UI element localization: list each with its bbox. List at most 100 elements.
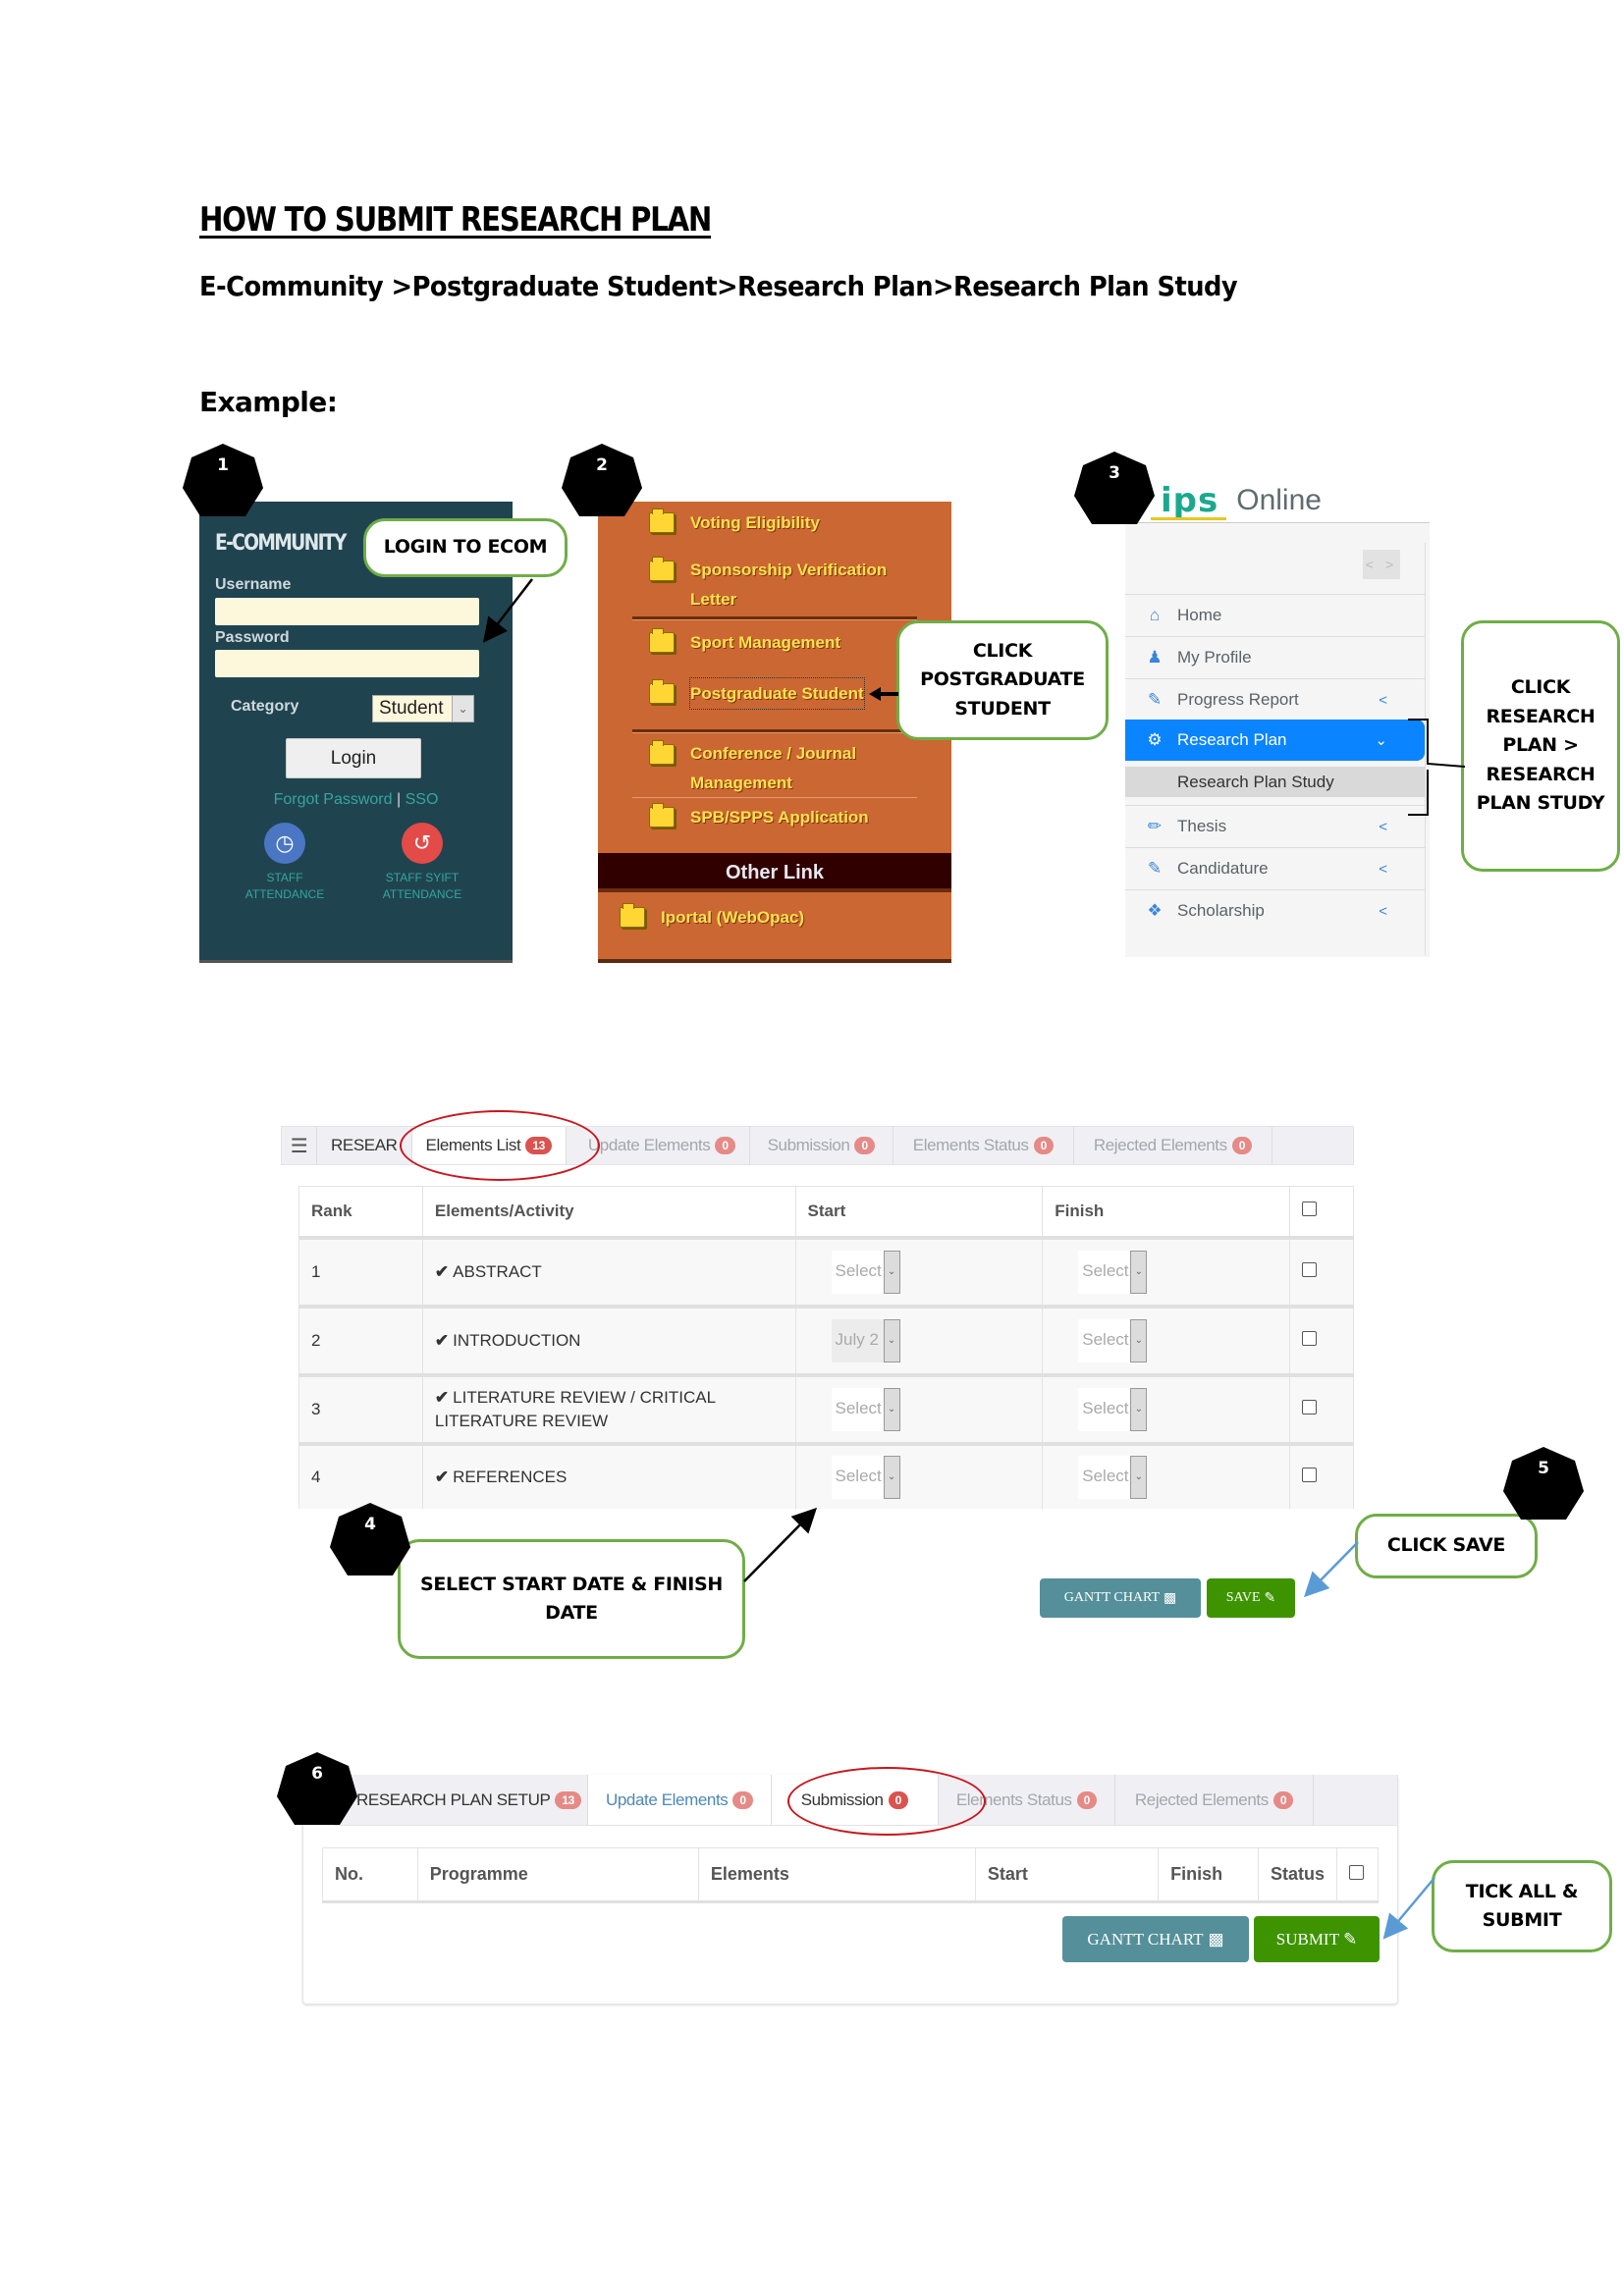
bar-chart-icon: ▩ bbox=[1164, 1590, 1177, 1606]
pencil-icon: ✏ bbox=[1147, 817, 1163, 835]
row-checkbox[interactable] bbox=[1302, 1467, 1318, 1482]
check-icon: ✔ bbox=[434, 1467, 450, 1486]
chevron-left-icon: < bbox=[1379, 902, 1387, 920]
login-button[interactable]: Login bbox=[286, 738, 421, 778]
start-date-select[interactable]: Select ⌄ bbox=[831, 1455, 900, 1499]
staff-attendance-link[interactable]: ◷ STAFF ATTENDANCE bbox=[231, 823, 339, 903]
sidebar-item-research-plan[interactable]: ⚙ Research Plan ⌄ bbox=[1125, 720, 1425, 761]
finish-date-select[interactable]: Select ⌄ bbox=[1078, 1455, 1148, 1499]
sidebar-item-scholarship[interactable]: ❖ Scholarship < bbox=[1125, 889, 1425, 932]
folder-icon bbox=[649, 679, 675, 704]
password-input[interactable] bbox=[215, 650, 479, 677]
staff-syift-attendance-link[interactable]: ↺ STAFF SYIFT ATTENDANCE bbox=[368, 823, 476, 903]
sidebar-toggle-button[interactable]: < > bbox=[1363, 550, 1400, 579]
count-badge: 0 bbox=[732, 1790, 753, 1809]
finish-date-select[interactable]: Select ⌄ bbox=[1078, 1318, 1148, 1362]
submit-button[interactable]: SUBMIT ✎ bbox=[1254, 1916, 1380, 1962]
select-value: Select bbox=[1082, 1329, 1129, 1349]
folder-icon bbox=[649, 628, 675, 653]
select-all-checkbox[interactable] bbox=[1302, 1201, 1318, 1216]
menu-item-voting-eligibility[interactable]: Voting Eligibility bbox=[649, 507, 820, 538]
menu-item-sport-management[interactable]: Sport Management bbox=[649, 627, 840, 658]
menu-item-conference-journal-management[interactable]: Conference / Journal Management bbox=[649, 739, 894, 798]
home-icon: ⌂ bbox=[1149, 606, 1161, 624]
row-checkbox[interactable] bbox=[1302, 1399, 1318, 1415]
clock-icon: ◷ bbox=[264, 823, 305, 864]
select-value: Select bbox=[835, 1260, 882, 1280]
count-badge: 0 bbox=[854, 1137, 875, 1154]
tab-label: Submission bbox=[767, 1136, 850, 1154]
column-header-finish: Finish bbox=[1042, 1186, 1291, 1240]
row-check-cell bbox=[1289, 1306, 1354, 1377]
arrow-to-start-select bbox=[743, 1507, 818, 1582]
folder-icon bbox=[649, 508, 675, 533]
sso-link[interactable]: SSO bbox=[406, 791, 439, 808]
document-title: HOW TO SUBMIT RESEARCH PLAN bbox=[199, 200, 712, 240]
start-date-select[interactable]: Select ⌄ bbox=[831, 1250, 900, 1294]
count-badge: 0 bbox=[715, 1137, 735, 1154]
tab-update-elements[interactable]: Update Elements 0 bbox=[588, 1775, 772, 1825]
tab-elements-status[interactable]: Elements Status 0 bbox=[893, 1127, 1074, 1164]
rank-cell: 2 bbox=[298, 1306, 423, 1377]
check-icon: ✔ bbox=[434, 1387, 450, 1407]
chevron-down-icon: ⌄ bbox=[883, 1250, 900, 1294]
menu-item-iportal-webopac[interactable]: Iportal (WebOpac) bbox=[620, 902, 804, 933]
tab-submission[interactable]: Submission 0 bbox=[750, 1127, 893, 1164]
button-label: GANTT CHART bbox=[1063, 1590, 1161, 1605]
start-date-select[interactable]: July 2 ⌄ bbox=[831, 1318, 900, 1362]
column-header-rank: Rank bbox=[298, 1186, 423, 1240]
tab-rejected-elements[interactable]: Rejected Elements 0 bbox=[1115, 1775, 1315, 1825]
row-checkbox[interactable] bbox=[1302, 1261, 1318, 1277]
arrow-to-login bbox=[482, 578, 533, 643]
row-checkbox[interactable] bbox=[1302, 1330, 1318, 1346]
gantt-chart-button[interactable]: GANTT CHART ▩ bbox=[1062, 1916, 1249, 1962]
menu-item-label: Conference / Journal Management bbox=[690, 744, 857, 792]
element-name: ABSTRACT bbox=[453, 1261, 542, 1281]
menu-item-postgraduate-student[interactable]: Postgraduate Student bbox=[649, 677, 865, 710]
chevron-left-icon: < bbox=[1379, 691, 1387, 709]
ips-sidebar: < > ⌂ Home ♟ My Profile ✎ Progress Repor… bbox=[1125, 522, 1430, 957]
button-label: SUBMIT bbox=[1275, 1929, 1339, 1949]
step-badge-3: 3 bbox=[1074, 452, 1155, 524]
forgot-password-link[interactable]: Forgot Password bbox=[274, 791, 393, 808]
menu-item-sponsorship-verification-letter[interactable]: Sponsorship Verification Letter bbox=[649, 556, 904, 614]
tab-research-plan-setup[interactable]: RESEARCH PLAN SETUP 13 bbox=[335, 1775, 588, 1825]
folder-icon bbox=[649, 803, 675, 828]
column-header-start: Start bbox=[794, 1186, 1044, 1240]
password-label: Password bbox=[215, 629, 290, 646]
sidebar-item-my-profile[interactable]: ♟ My Profile bbox=[1125, 636, 1425, 678]
select-all-checkbox[interactable] bbox=[1348, 1865, 1364, 1880]
folder-icon bbox=[649, 740, 675, 765]
select-all-header bbox=[1335, 1847, 1380, 1903]
element-cell: ✔ LITERATURE REVIEW / CRITICAL LITERATURE… bbox=[421, 1374, 796, 1446]
tab-rejected-elements[interactable]: Rejected Elements 0 bbox=[1074, 1127, 1273, 1164]
hamburger-menu-icon[interactable]: ☰ bbox=[282, 1127, 317, 1164]
start-date-select[interactable]: Select ⌄ bbox=[831, 1387, 900, 1431]
menu-item-label: Voting Eligibility bbox=[690, 513, 820, 532]
chevron-down-icon: ⌄ bbox=[452, 696, 473, 721]
finish-cell: Select ⌄ bbox=[1042, 1443, 1291, 1509]
table-row: 1 ✔ ABSTRACT Select ⌄ Select ⌄ bbox=[298, 1237, 1354, 1308]
sidebar-subitem-research-plan-study[interactable]: Research Plan Study bbox=[1125, 767, 1425, 797]
sidebar-item-progress-report[interactable]: ✎ Progress Report < bbox=[1125, 678, 1425, 721]
finish-date-select[interactable]: Select ⌄ bbox=[1078, 1250, 1148, 1294]
button-label: GANTT CHART bbox=[1087, 1929, 1204, 1949]
username-input[interactable] bbox=[215, 598, 479, 625]
menu-item-spb-spps-application[interactable]: SPB/SPPS Application bbox=[649, 802, 869, 832]
gantt-chart-button[interactable]: GANTT CHART ▩ bbox=[1040, 1578, 1201, 1618]
sidebar-item-home[interactable]: ⌂ Home bbox=[1125, 594, 1425, 636]
sidebar-item-candidature[interactable]: ✎ Candidature < bbox=[1125, 847, 1425, 889]
select-value: Select bbox=[1082, 1260, 1129, 1280]
sidebar-item-thesis[interactable]: ✏ Thesis < bbox=[1125, 805, 1425, 847]
column-header-start: Start bbox=[974, 1847, 1160, 1903]
category-select[interactable]: Student ⌄ bbox=[372, 695, 474, 722]
finish-date-select[interactable]: Select ⌄ bbox=[1078, 1387, 1148, 1431]
menu-divider bbox=[632, 797, 917, 798]
ecommunity-brand: E-COMMUNITY bbox=[215, 531, 347, 556]
staff-syift-attendance-label: STAFF SYIFT ATTENDANCE bbox=[382, 871, 462, 901]
column-header-elements: Elements bbox=[697, 1847, 976, 1903]
tab-research[interactable]: RESEAR bbox=[317, 1127, 412, 1164]
save-button[interactable]: SAVE ✎ bbox=[1207, 1578, 1295, 1618]
select-value: Select bbox=[835, 1398, 882, 1417]
select-value: July 2 bbox=[835, 1329, 879, 1349]
